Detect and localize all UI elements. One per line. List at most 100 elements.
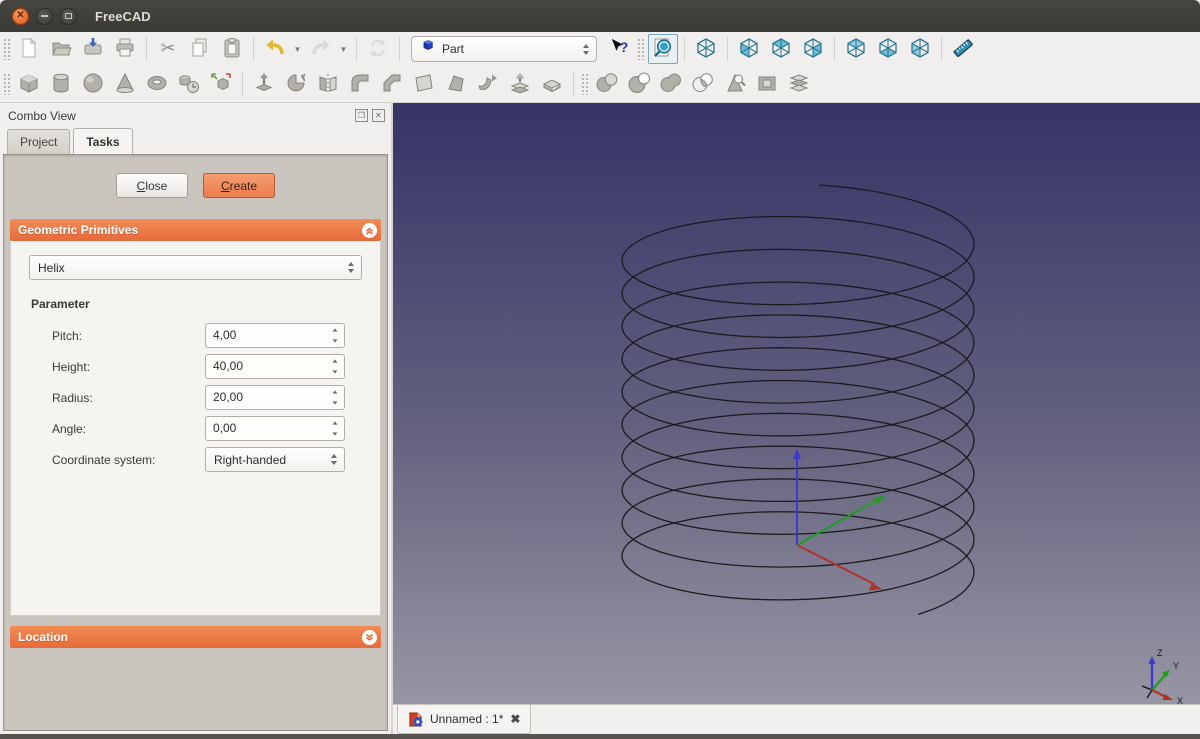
copy-button[interactable]	[185, 34, 215, 64]
sphere-button[interactable]	[78, 69, 108, 99]
svg-text:Y: Y	[1173, 661, 1179, 671]
offset-button[interactable]	[505, 69, 535, 99]
compound-button[interactable]	[752, 69, 782, 99]
panel-close-button[interactable]: ✕	[372, 109, 385, 122]
create-primitives-icon	[177, 71, 201, 98]
cut-button[interactable]: ✂	[153, 34, 183, 64]
spin-up-button[interactable]	[327, 325, 343, 336]
open-document-button[interactable]	[46, 34, 76, 64]
view-rear-icon	[844, 36, 868, 63]
sweep-icon	[476, 71, 500, 98]
create-button[interactable]: Create	[203, 173, 275, 198]
spin-down-button[interactable]	[327, 367, 343, 378]
tab-project[interactable]: Project	[7, 129, 70, 154]
redo-dropdown-button[interactable]: ▼	[337, 34, 350, 64]
primitive-selector[interactable]: Helix	[29, 255, 362, 280]
spin-up-button[interactable]	[327, 387, 343, 398]
3d-scene[interactable]: ZYX	[393, 103, 1200, 704]
redo-button[interactable]	[306, 34, 336, 64]
compound-icon	[755, 71, 779, 98]
freecad-window: ✕ FreeCAD ✂▼▼Part? Combo View ❐ ✕ Projec…	[0, 0, 1200, 739]
radius-spinbox[interactable]: 20,00	[205, 385, 345, 410]
fillet-button[interactable]	[345, 69, 375, 99]
shape-builder-button[interactable]	[206, 69, 236, 99]
parameter-heading: Parameter	[31, 297, 362, 311]
height-label: Height:	[52, 360, 205, 374]
toolbar-separator	[242, 72, 243, 96]
loft-button[interactable]	[441, 69, 471, 99]
param-row-angle: Angle: 0,00	[29, 416, 362, 441]
undo-button[interactable]	[260, 34, 290, 64]
ruled-surface-button[interactable]	[409, 69, 439, 99]
svg-text:X: X	[1177, 696, 1183, 704]
print-button[interactable]	[110, 34, 140, 64]
tab-close-icon[interactable]: ✖	[510, 712, 520, 726]
spin-down-button[interactable]	[327, 336, 343, 347]
create-primitives-button[interactable]	[174, 69, 204, 99]
extrude-button[interactable]	[249, 69, 279, 99]
whats-this-button[interactable]: ?	[604, 34, 634, 64]
sweep-button[interactable]	[473, 69, 503, 99]
revolve-icon	[284, 71, 308, 98]
window-close-button[interactable]: ✕	[12, 8, 29, 25]
boolean-button[interactable]	[592, 69, 622, 99]
view-axonometric-button[interactable]	[691, 34, 721, 64]
panel-float-button[interactable]: ❐	[355, 109, 368, 122]
fit-all-button[interactable]	[648, 34, 678, 64]
view-rear-button[interactable]	[841, 34, 871, 64]
paste-button[interactable]	[217, 34, 247, 64]
new-document-button[interactable]	[14, 34, 44, 64]
spin-up-button[interactable]	[327, 418, 343, 429]
cross-sections-button[interactable]	[784, 69, 814, 99]
view-front-button[interactable]	[734, 34, 764, 64]
revolve-button[interactable]	[281, 69, 311, 99]
pitch-label: Pitch:	[52, 329, 205, 343]
mirror-button[interactable]	[313, 69, 343, 99]
print-icon	[113, 36, 137, 63]
cylinder-button[interactable]	[46, 69, 76, 99]
view-left-button[interactable]	[905, 34, 935, 64]
collapse-down-icon[interactable]	[362, 630, 377, 645]
undo-dropdown-button[interactable]: ▼	[291, 34, 304, 64]
3d-viewport[interactable]: ZYX	[393, 103, 1200, 704]
window-minimize-button[interactable]	[36, 8, 53, 25]
save-document-button[interactable]	[78, 34, 108, 64]
tab-tasks[interactable]: Tasks	[73, 128, 132, 154]
angle-spinbox[interactable]: 0,00	[205, 416, 345, 441]
toolbar-separator	[399, 37, 400, 61]
cut-icon: ✂	[156, 36, 180, 63]
pitch-spinbox[interactable]: 4,00	[205, 323, 345, 348]
torus-button[interactable]	[142, 69, 172, 99]
boolean-common-button[interactable]	[688, 69, 718, 99]
thickness-button[interactable]	[537, 69, 567, 99]
measure-linear-button[interactable]	[948, 34, 978, 64]
workbench-selector[interactable]: Part	[411, 36, 597, 62]
boolean-cut-button[interactable]	[624, 69, 654, 99]
document-tab[interactable]: Unnamed : 1* ✖	[397, 705, 531, 734]
spin-up-button[interactable]	[327, 356, 343, 367]
window-maximize-button[interactable]	[60, 8, 77, 25]
section-button[interactable]	[720, 69, 750, 99]
view-bottom-button[interactable]	[873, 34, 903, 64]
coordinate-system-label: Coordinate system:	[52, 453, 205, 467]
toolbar-separator	[253, 37, 254, 61]
location-header[interactable]: Location	[10, 626, 381, 648]
coordinate-system-selector[interactable]: Right-handed	[205, 447, 345, 472]
new-document-icon	[17, 36, 41, 63]
view-top-button[interactable]	[766, 34, 796, 64]
view-front-icon	[737, 36, 761, 63]
boolean-union-button[interactable]	[656, 69, 686, 99]
chamfer-button[interactable]	[377, 69, 407, 99]
minimize-icon	[41, 15, 48, 17]
close-button[interactable]: Close	[116, 173, 188, 198]
height-spinbox[interactable]: 40,00	[205, 354, 345, 379]
spin-down-button[interactable]	[327, 398, 343, 409]
cone-button[interactable]	[110, 69, 140, 99]
box-button[interactable]	[14, 69, 44, 99]
geometric-primitives-header[interactable]: Geometric Primitives	[10, 219, 381, 241]
refresh-button[interactable]	[363, 34, 393, 64]
save-document-icon	[81, 36, 105, 63]
collapse-up-icon[interactable]	[362, 223, 377, 238]
spin-down-button[interactable]	[327, 429, 343, 440]
view-right-button[interactable]	[798, 34, 828, 64]
